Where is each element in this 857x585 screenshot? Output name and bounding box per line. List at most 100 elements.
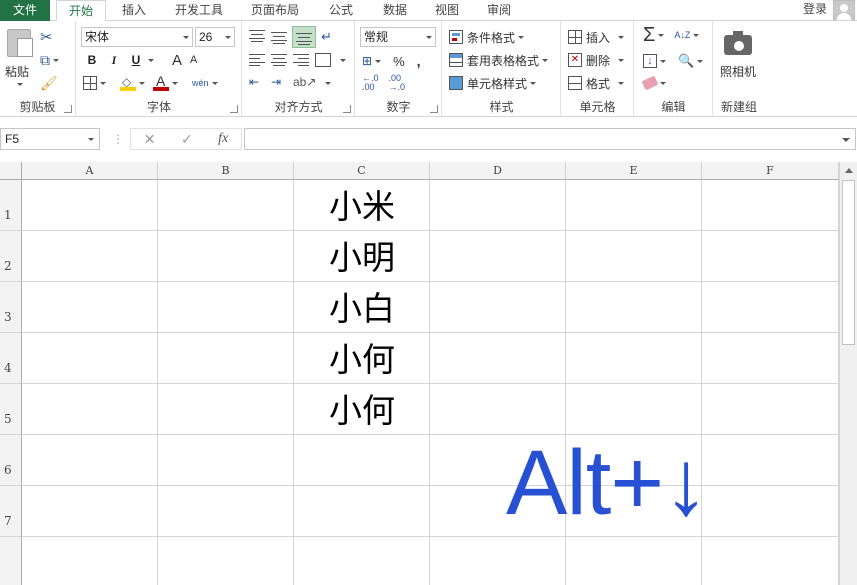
alignment-dialog-launcher[interactable] [343, 105, 351, 113]
number-dialog-launcher[interactable] [430, 105, 438, 113]
autosum-button[interactable]: Σ [643, 24, 655, 47]
cell-a8[interactable] [22, 537, 158, 585]
format-cells-button[interactable]: 格式 [568, 73, 625, 93]
row-header-7[interactable]: 7 [0, 486, 22, 537]
column-header-b[interactable]: B [158, 162, 294, 180]
phonetic-button[interactable]: wén [192, 78, 209, 88]
tab-review[interactable]: 审阅 [478, 0, 520, 21]
cell-d2[interactable] [430, 231, 566, 282]
sort-filter-button[interactable]: A↓Z [674, 30, 690, 40]
name-box[interactable]: F5 [0, 128, 100, 150]
increase-decimal-button[interactable]: ←.0.00 [362, 74, 379, 92]
avatar[interactable] [833, 0, 855, 20]
tab-data[interactable]: 数据 [374, 0, 416, 21]
cell-a2[interactable] [22, 231, 158, 282]
middle-align-button[interactable] [271, 29, 287, 45]
cell-d8[interactable] [430, 537, 566, 585]
cell-b8[interactable] [158, 537, 294, 585]
cell-e1[interactable] [566, 180, 702, 231]
cell-f3[interactable] [702, 282, 839, 333]
cell-a4[interactable] [22, 333, 158, 384]
find-select-button[interactable]: 🔍 [678, 53, 694, 69]
percent-button[interactable]: % [393, 54, 405, 69]
tab-developer[interactable]: 开发工具 [168, 0, 230, 21]
accounting-format-button[interactable]: ⊞ [362, 54, 372, 68]
font-color-button[interactable]: A [153, 73, 169, 92]
cell-a7[interactable] [22, 486, 158, 537]
cell-e3[interactable] [566, 282, 702, 333]
cell-a6[interactable] [22, 435, 158, 486]
row-header-4[interactable]: 4 [0, 333, 22, 384]
row-header-8[interactable] [0, 537, 22, 585]
shrink-font-button[interactable]: A [190, 54, 197, 66]
cell-c2[interactable]: 小明 [294, 231, 430, 282]
column-header-d[interactable]: D [430, 162, 566, 180]
row-header-6[interactable]: 6 [0, 435, 22, 486]
cell-c3[interactable]: 小白 [294, 282, 430, 333]
enter-icon[interactable]: ✓ [181, 131, 193, 148]
cell-c7[interactable] [294, 486, 430, 537]
cell-b3[interactable] [158, 282, 294, 333]
copy-button[interactable]: ⧉ [40, 50, 59, 70]
cell-e8[interactable] [566, 537, 702, 585]
cell-c1[interactable]: 小米 [294, 180, 430, 231]
insert-cells-button[interactable]: 插入 [568, 27, 625, 47]
tab-page-layout[interactable]: 页面布局 [244, 0, 306, 21]
orientation-button[interactable]: ab↗ [293, 75, 316, 91]
cut-button[interactable]: ✂ [40, 27, 53, 47]
format-painter-button[interactable]: 🖌 [40, 73, 58, 93]
align-left-button[interactable] [249, 52, 265, 68]
cell-c8[interactable] [294, 537, 430, 585]
font-name-select[interactable]: 宋体 [81, 27, 193, 47]
tab-view[interactable]: 视图 [426, 0, 468, 21]
cell-d1[interactable] [430, 180, 566, 231]
tab-formulas[interactable]: 公式 [320, 0, 362, 21]
cell-e4[interactable] [566, 333, 702, 384]
cell-f5[interactable] [702, 384, 839, 435]
number-format-select[interactable]: 常规 [360, 27, 436, 47]
italic-button[interactable]: I [105, 53, 123, 68]
camera-button[interactable]: 照相机 [714, 21, 764, 91]
align-center-button[interactable] [271, 52, 287, 68]
formula-input[interactable] [244, 128, 856, 150]
tab-insert[interactable]: 插入 [112, 0, 156, 21]
merge-center-button[interactable] [315, 53, 331, 67]
formula-bar-grip[interactable]: ⋮ [112, 132, 124, 146]
vertical-scrollbar[interactable] [839, 162, 857, 585]
tab-home[interactable]: 开始 [56, 0, 106, 22]
column-header-e[interactable]: E [566, 162, 702, 180]
font-dialog-launcher[interactable] [230, 105, 238, 113]
column-header-c[interactable]: C [294, 162, 430, 180]
decrease-decimal-button[interactable]: .00 →.0 [389, 74, 406, 92]
wrap-text-button[interactable]: ↵ [321, 29, 337, 45]
cell-c6[interactable] [294, 435, 430, 486]
row-header-1[interactable]: 1 [0, 180, 22, 231]
fill-color-button[interactable]: ◇ [120, 75, 136, 91]
fill-button[interactable]: ↓ [643, 54, 657, 68]
increase-indent-button[interactable]: ⇥ [271, 75, 287, 91]
cell-b6[interactable] [158, 435, 294, 486]
cell-f7[interactable] [702, 486, 839, 537]
cell-c5[interactable]: 小何 [294, 384, 430, 435]
clipboard-dialog-launcher[interactable] [64, 105, 72, 113]
cell-f4[interactable] [702, 333, 839, 384]
select-all-corner[interactable] [0, 162, 22, 180]
cell-f6[interactable] [702, 435, 839, 486]
font-size-select[interactable]: 26 [195, 27, 235, 47]
cell-a1[interactable] [22, 180, 158, 231]
format-as-table-button[interactable]: 套用表格格式 [449, 50, 549, 70]
row-header-3[interactable]: 3 [0, 282, 22, 333]
paste-button[interactable]: 粘贴 [0, 21, 36, 91]
cell-a3[interactable] [22, 282, 158, 333]
cell-d4[interactable] [430, 333, 566, 384]
cell-b2[interactable] [158, 231, 294, 282]
row-header-2[interactable]: 2 [0, 231, 22, 282]
cell-f2[interactable] [702, 231, 839, 282]
cell-b5[interactable] [158, 384, 294, 435]
top-align-button[interactable] [249, 29, 265, 45]
bold-button[interactable]: B [83, 53, 101, 67]
cell-b1[interactable] [158, 180, 294, 231]
bottom-align-button[interactable] [292, 26, 316, 48]
column-header-f[interactable]: F [702, 162, 839, 180]
conditional-format-button[interactable]: 条件格式 [449, 27, 525, 47]
